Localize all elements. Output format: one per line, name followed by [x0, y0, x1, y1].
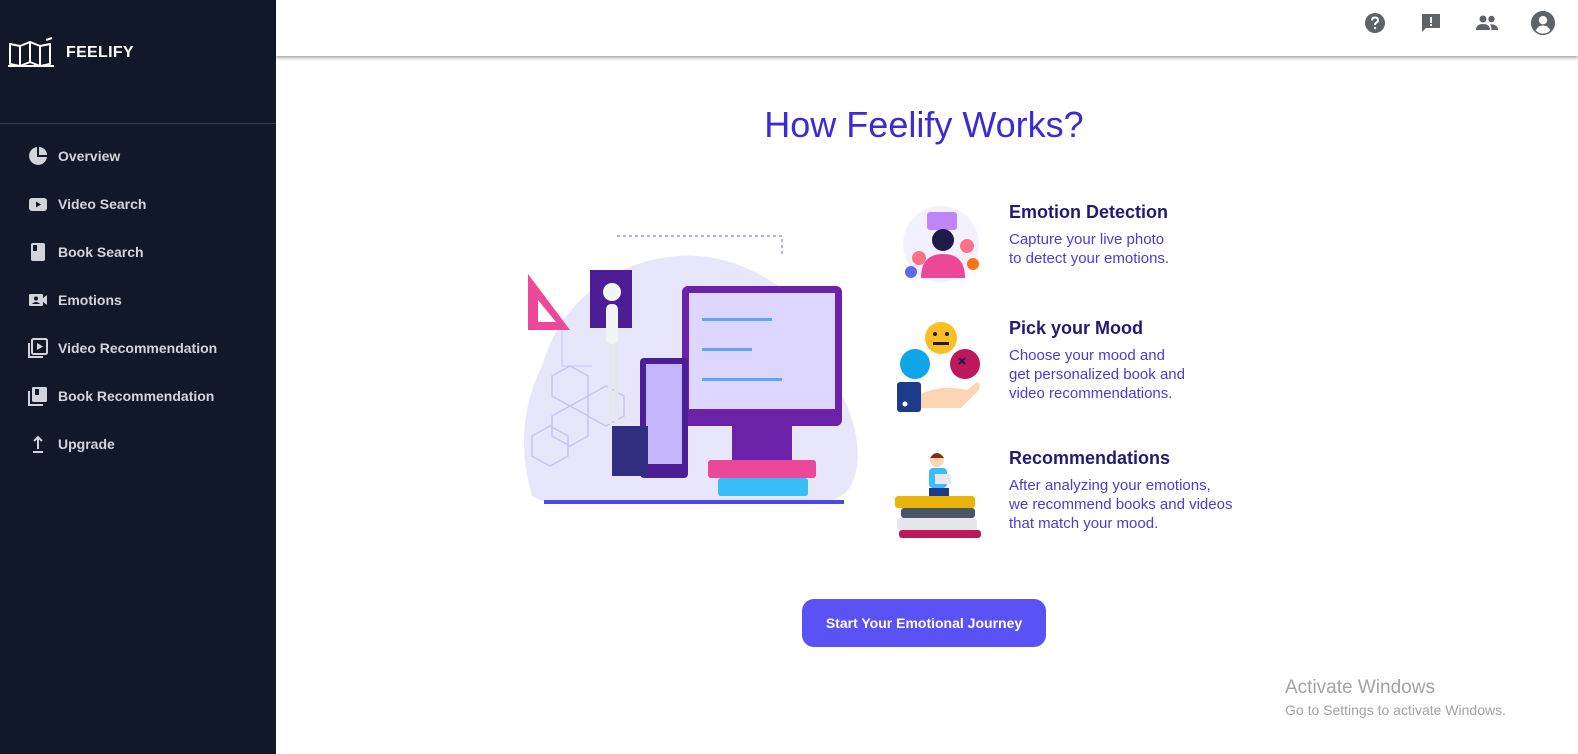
book-icon	[28, 242, 48, 262]
feature-line: we recommend books and videos	[1009, 496, 1233, 513]
book-logo-icon	[6, 36, 60, 70]
mood-emojis-illustration	[891, 318, 991, 418]
sidebar-nav: Overview Video Search Book Search Emotio…	[0, 132, 276, 468]
feature-description: Capture your live photo to detect your e…	[1009, 230, 1259, 268]
sidebar-item-upgrade[interactable]: Upgrade	[0, 420, 276, 468]
book-library-icon	[28, 386, 48, 406]
sidebar-divider	[0, 123, 276, 124]
video-library-icon	[28, 338, 48, 358]
brand[interactable]: FEELIFY	[6, 36, 134, 70]
sidebar-item-label: Video Search	[58, 196, 147, 212]
sidebar-item-label: Overview	[58, 148, 121, 164]
sidebar-item-video-search[interactable]: Video Search	[0, 180, 276, 228]
feature-recommendations: Recommendations After analyzing your emo…	[891, 448, 1261, 548]
feature-line: After analyzing your emotions,	[1009, 477, 1211, 494]
activate-windows-watermark: Activate Windows Go to Settings to activ…	[1285, 677, 1506, 718]
sidebar-item-label: Book Recommendation	[58, 388, 215, 404]
watermark-subtitle: Go to Settings to activate Windows.	[1285, 702, 1506, 718]
watermark-title: Activate Windows	[1285, 677, 1435, 698]
upload-icon	[28, 434, 48, 454]
start-journey-button[interactable]: Start Your Emotional Journey	[802, 599, 1046, 647]
reading-person-illustration	[891, 448, 991, 548]
feature-line: video recommendations.	[1009, 385, 1173, 402]
sidebar-item-label: Emotions	[58, 292, 122, 308]
feature-pick-mood: Pick your Mood Choose your mood and get …	[891, 318, 1261, 418]
feature-heading: Recommendations	[1009, 448, 1171, 468]
help-icon[interactable]	[1362, 10, 1388, 36]
brand-name: FEELIFY	[66, 44, 134, 61]
sidebar: FEELIFY Overview Video Search Book Searc…	[0, 0, 276, 754]
top-bar	[276, 0, 1578, 56]
feature-line: that match your mood.	[1009, 515, 1159, 532]
main-content: How Feelify Works? Emotion Detection Cap…	[276, 56, 1578, 754]
top-actions	[1362, 10, 1556, 36]
sidebar-item-label: Book Search	[58, 244, 144, 260]
feature-line: to detect your emotions.	[1009, 250, 1170, 267]
sidebar-item-book-recommendation[interactable]: Book Recommendation	[0, 372, 276, 420]
feature-line: Choose your mood and	[1009, 347, 1165, 364]
account-icon[interactable]	[1530, 10, 1556, 36]
page-title: How Feelify Works?	[764, 104, 1084, 145]
sidebar-item-emotions[interactable]: Emotions	[0, 276, 276, 324]
feature-line: get personalized book and	[1009, 366, 1185, 383]
sidebar-item-book-search[interactable]: Book Search	[0, 228, 276, 276]
feature-emotion-detection: Emotion Detection Capture your live phot…	[891, 202, 1261, 302]
sidebar-item-label: Upgrade	[58, 436, 115, 452]
camera-icon	[28, 290, 48, 310]
sidebar-item-label: Video Recommendation	[58, 340, 218, 356]
sidebar-item-overview[interactable]: Overview	[0, 132, 276, 180]
feature-heading: Emotion Detection	[1009, 202, 1169, 222]
feedback-icon[interactable]	[1418, 10, 1444, 36]
feature-line: Capture your live photo	[1009, 231, 1165, 248]
feature-heading: Pick your Mood	[1009, 318, 1144, 338]
feature-description: Choose your mood and get personalized bo…	[1009, 346, 1259, 403]
emotion-detection-illustration	[891, 202, 991, 302]
sidebar-item-video-recommendation[interactable]: Video Recommendation	[0, 324, 276, 372]
video-icon	[28, 194, 48, 214]
feature-description: After analyzing your emotions, we recomm…	[1009, 476, 1259, 533]
group-icon[interactable]	[1474, 10, 1500, 36]
pie-chart-icon	[28, 146, 48, 166]
tech-illustration	[522, 226, 868, 518]
